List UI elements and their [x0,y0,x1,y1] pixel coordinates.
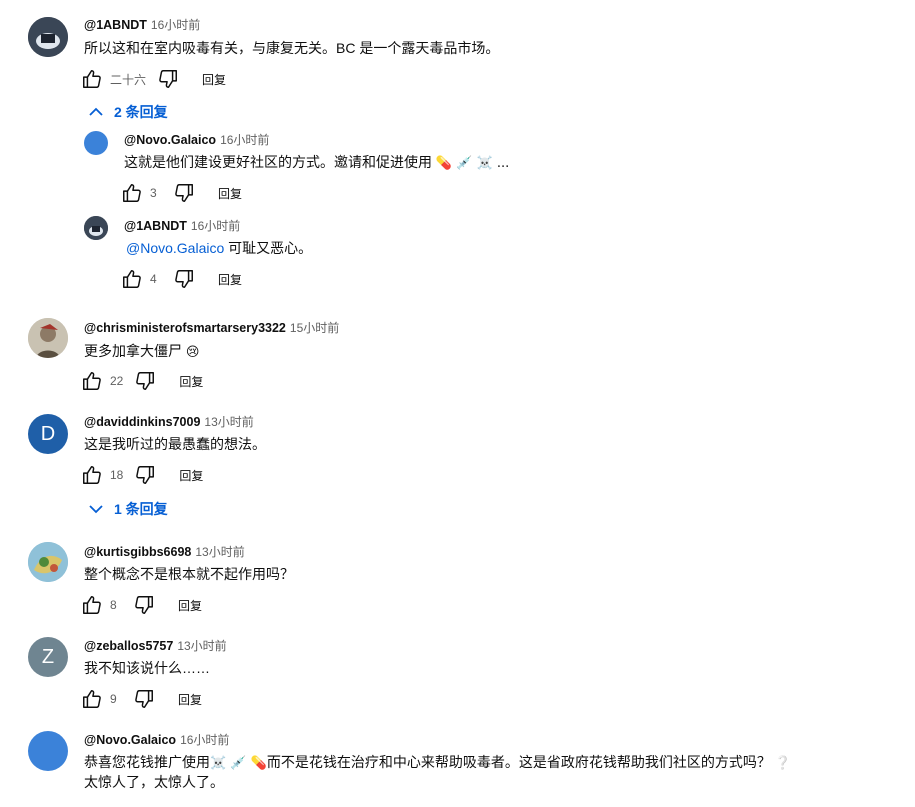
avatar[interactable] [28,542,68,582]
comment-text: 我不知该说什么…… [84,660,210,676]
thumb-up-icon[interactable] [80,593,104,617]
reply-button[interactable]: 回复 [179,373,203,390]
replies-toggle-label: 2 条回复 [114,104,168,120]
comment-author[interactable]: @kurtisgibbs6698 [84,545,191,559]
like-count: 22 [110,374,124,388]
avatar[interactable] [28,17,68,57]
comment-author[interactable]: @Novo.Galaico [124,133,216,147]
chevron-down-icon [89,505,103,514]
comment-timestamp[interactable]: 16小时前 [220,133,269,147]
comment-text-body: 可耻又恶心。 [224,240,313,256]
comment-timestamp[interactable]: 13小时前 [204,415,253,429]
comment-text: 这就是他们建设更好社区的方式。邀请和促进使用 💊 💉 ☠️ ... [124,152,509,174]
like-count: 3 [150,186,157,200]
avatar[interactable] [84,131,108,155]
avatar[interactable]: Z [28,637,68,677]
replies-toggle[interactable]: 2 条回复 [88,102,168,122]
comment-author[interactable]: @daviddinkins7009 [84,415,200,429]
thumb-up-icon[interactable] [120,181,144,205]
thumb-up-icon[interactable] [80,687,104,711]
comment-emojis: 💊 💉 ☠️ ... [435,156,510,171]
comment-text-body: 而不是花钱在治疗和中心来帮助吸毒者。这是省政府花钱帮助我们社区的方式吗？ [266,754,771,770]
avatar[interactable] [28,318,68,358]
comment-text-body: 这就是他们建设更好社区的方式。邀请和促进使用 [124,154,432,170]
thumb-down-icon[interactable] [133,369,157,393]
thumb-up-icon[interactable] [80,463,104,487]
comment-text-prefix: 恭喜您花钱推广使用 [84,754,210,770]
mention-link[interactable]: @Novo.Galaico [126,240,224,256]
comment-timestamp[interactable]: 16小时前 [180,733,229,747]
comment-text-body: 更多加拿大僵尸 [84,343,182,359]
comment-text: 整个概念不是根本就不起作用吗？ [84,566,294,582]
reply-button[interactable]: 回复 [218,271,242,288]
reply-button[interactable]: 回复 [202,71,226,88]
like-count: 4 [150,272,157,286]
comment-text: @Novo.Galaico 可耻又恶心。 [126,238,312,258]
comment-emojis: 😢 [185,345,200,360]
like-count: 8 [110,598,117,612]
comment-emojis: ☠️ 💉 💊 [210,756,267,771]
avatar[interactable] [28,731,68,771]
chevron-up-icon [89,107,103,116]
reply-button[interactable]: 回复 [179,467,203,484]
thumb-down-icon[interactable] [156,67,180,91]
comment-timestamp[interactable]: 15小时前 [290,321,339,335]
comment-text: 这是我听过的最愚蠢的想法。 [84,436,266,452]
comment-author[interactable]: @zeballos5757 [84,639,173,653]
comment-text: 所以这和在室内吸毒有关，与康复无关。BC 是一个露天毒品市场。 [84,40,500,56]
thumb-up-icon[interactable] [80,369,104,393]
avatar[interactable]: D [28,414,68,454]
comment-timestamp[interactable]: 13小时前 [195,545,244,559]
comment-author[interactable]: @chrisministerofsmartarsery3322 [84,321,286,335]
comment-timestamp[interactable]: 16小时前 [191,219,240,233]
reply-button[interactable]: 回复 [178,597,202,614]
replies-toggle[interactable]: 1 条回复 [88,499,168,519]
question-emoji: ❔ [774,756,791,771]
comment-text: 恭喜您花钱推广使用☠️ 💉 💊而不是花钱在治疗和中心来帮助吸毒者。这是省政府花钱… [84,752,791,774]
reply-button[interactable]: 回复 [178,691,202,708]
thumb-down-icon[interactable] [132,593,156,617]
thumb-down-icon[interactable] [172,181,196,205]
reply-button[interactable]: 回复 [218,185,242,202]
comment-author[interactable]: @Novo.Galaico [84,733,176,747]
replies-toggle-label: 1 条回复 [114,501,168,517]
like-count: 9 [110,692,117,706]
comment-author[interactable]: @1ABNDT [124,219,187,233]
comment-author[interactable]: @1ABNDT [84,18,147,32]
thumb-down-icon[interactable] [132,687,156,711]
comment-timestamp[interactable]: 13小时前 [177,639,226,653]
thumb-down-icon[interactable] [133,463,157,487]
like-count: 18 [110,468,124,482]
comment-text-line2: 太惊人了，太惊人了。 [84,774,224,790]
thumb-up-icon[interactable] [80,67,104,91]
avatar[interactable] [84,216,108,240]
like-count: 二十六 [110,72,147,87]
thumb-up-icon[interactable] [120,267,144,291]
thumb-down-icon[interactable] [172,267,196,291]
comment-timestamp[interactable]: 16小时前 [151,18,200,32]
comment-text: 更多加拿大僵尸 😢 [84,341,199,363]
